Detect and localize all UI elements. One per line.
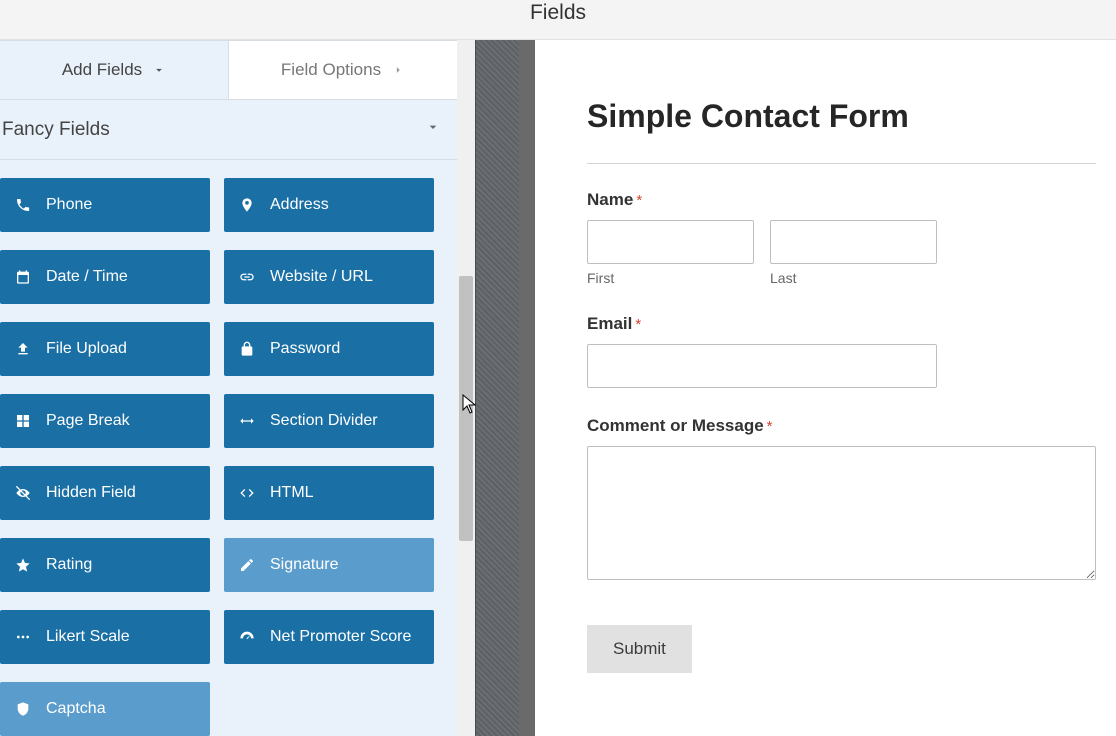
fields-grid: Phone Address Date / Time Website / URL …: [0, 160, 457, 736]
field-label: Password: [270, 340, 340, 358]
field-page-break[interactable]: Page Break: [0, 394, 210, 448]
name-field-block[interactable]: Name* First Last: [587, 190, 937, 286]
calendar-icon: [14, 268, 32, 286]
email-label: Email: [587, 314, 632, 333]
field-label: Section Divider: [270, 412, 378, 430]
email-input[interactable]: [587, 344, 937, 388]
scrollbar[interactable]: [457, 41, 475, 736]
name-label: Name: [587, 190, 633, 209]
first-sublabel: First: [587, 270, 754, 286]
star-icon: [14, 556, 32, 574]
required-mark: *: [767, 418, 773, 435]
field-captcha[interactable]: Captcha: [0, 682, 210, 736]
submit-label: Submit: [613, 639, 666, 658]
field-label: Likert Scale: [46, 628, 130, 646]
field-hidden[interactable]: Hidden Field: [0, 466, 210, 520]
chevron-down-icon: [425, 119, 441, 141]
section-fancy-fields[interactable]: Fancy Fields: [0, 102, 457, 161]
eye-off-icon: [14, 484, 32, 502]
page-title: Fields: [530, 0, 586, 26]
top-bar: Fields: [0, 0, 1116, 40]
field-label: Website / URL: [270, 268, 373, 286]
form-preview[interactable]: Simple Contact Form Name* First Last Ema…: [535, 40, 1116, 736]
code-icon: [238, 484, 256, 502]
field-file-upload[interactable]: File Upload: [0, 322, 210, 376]
link-icon: [238, 268, 256, 286]
phone-icon: [14, 196, 32, 214]
map-pin-icon: [238, 196, 256, 214]
form-title: Simple Contact Form: [587, 98, 1096, 135]
field-password[interactable]: Password: [224, 322, 434, 376]
preview-gutter: [475, 40, 519, 736]
comment-label: Comment or Message: [587, 416, 764, 435]
scrollbar-thumb[interactable]: [459, 276, 473, 541]
tab-field-options[interactable]: Field Options: [228, 41, 457, 99]
field-label: HTML: [270, 484, 314, 502]
comment-field-block[interactable]: Comment or Message*: [587, 416, 1096, 585]
pencil-icon: [238, 556, 256, 574]
submit-button[interactable]: Submit: [587, 625, 692, 673]
page-break-icon: [14, 412, 32, 430]
field-label: Page Break: [46, 412, 130, 430]
dots-icon: [14, 628, 32, 646]
tab-add-fields-label: Add Fields: [62, 60, 142, 80]
last-sublabel: Last: [770, 270, 937, 286]
field-likert[interactable]: Likert Scale: [0, 610, 210, 664]
field-nps[interactable]: Net Promoter Score: [224, 610, 434, 664]
field-label: Hidden Field: [46, 484, 136, 502]
last-name-input[interactable]: [770, 220, 937, 264]
required-mark: *: [636, 192, 642, 209]
first-name-input[interactable]: [587, 220, 754, 264]
chevron-down-icon: [152, 63, 166, 77]
left-panel: Add Fields Field Options Fancy Fields: [0, 40, 457, 736]
tab-add-fields[interactable]: Add Fields: [0, 41, 228, 99]
field-label: Captcha: [46, 700, 106, 718]
field-address[interactable]: Address: [224, 178, 434, 232]
field-datetime[interactable]: Date / Time: [0, 250, 210, 304]
chevron-right-icon: [391, 63, 405, 77]
field-label: Rating: [46, 556, 92, 574]
upload-icon: [14, 340, 32, 358]
divider: [587, 163, 1096, 164]
comment-textarea[interactable]: [587, 446, 1096, 580]
shield-icon: [14, 700, 32, 718]
preview-panel: Simple Contact Form Name* First Last Ema…: [519, 40, 1116, 736]
field-signature[interactable]: Signature: [224, 538, 434, 592]
field-website[interactable]: Website / URL: [224, 250, 434, 304]
tab-field-options-label: Field Options: [281, 60, 381, 80]
field-section-divider[interactable]: Section Divider: [224, 394, 434, 448]
panel-tabs: Add Fields Field Options: [0, 41, 457, 100]
field-label: Date / Time: [46, 268, 128, 286]
gauge-icon: [238, 628, 256, 646]
section-title: Fancy Fields: [2, 119, 110, 141]
field-label: Phone: [46, 196, 92, 214]
required-mark: *: [635, 316, 641, 333]
field-html[interactable]: HTML: [224, 466, 434, 520]
email-field-block[interactable]: Email*: [587, 314, 937, 388]
field-label: Address: [270, 196, 329, 214]
divider-icon: [238, 412, 256, 430]
field-rating[interactable]: Rating: [0, 538, 210, 592]
field-phone[interactable]: Phone: [0, 178, 210, 232]
field-label: File Upload: [46, 340, 127, 358]
field-label: Signature: [270, 556, 339, 574]
lock-icon: [238, 340, 256, 358]
field-label: Net Promoter Score: [270, 628, 411, 646]
